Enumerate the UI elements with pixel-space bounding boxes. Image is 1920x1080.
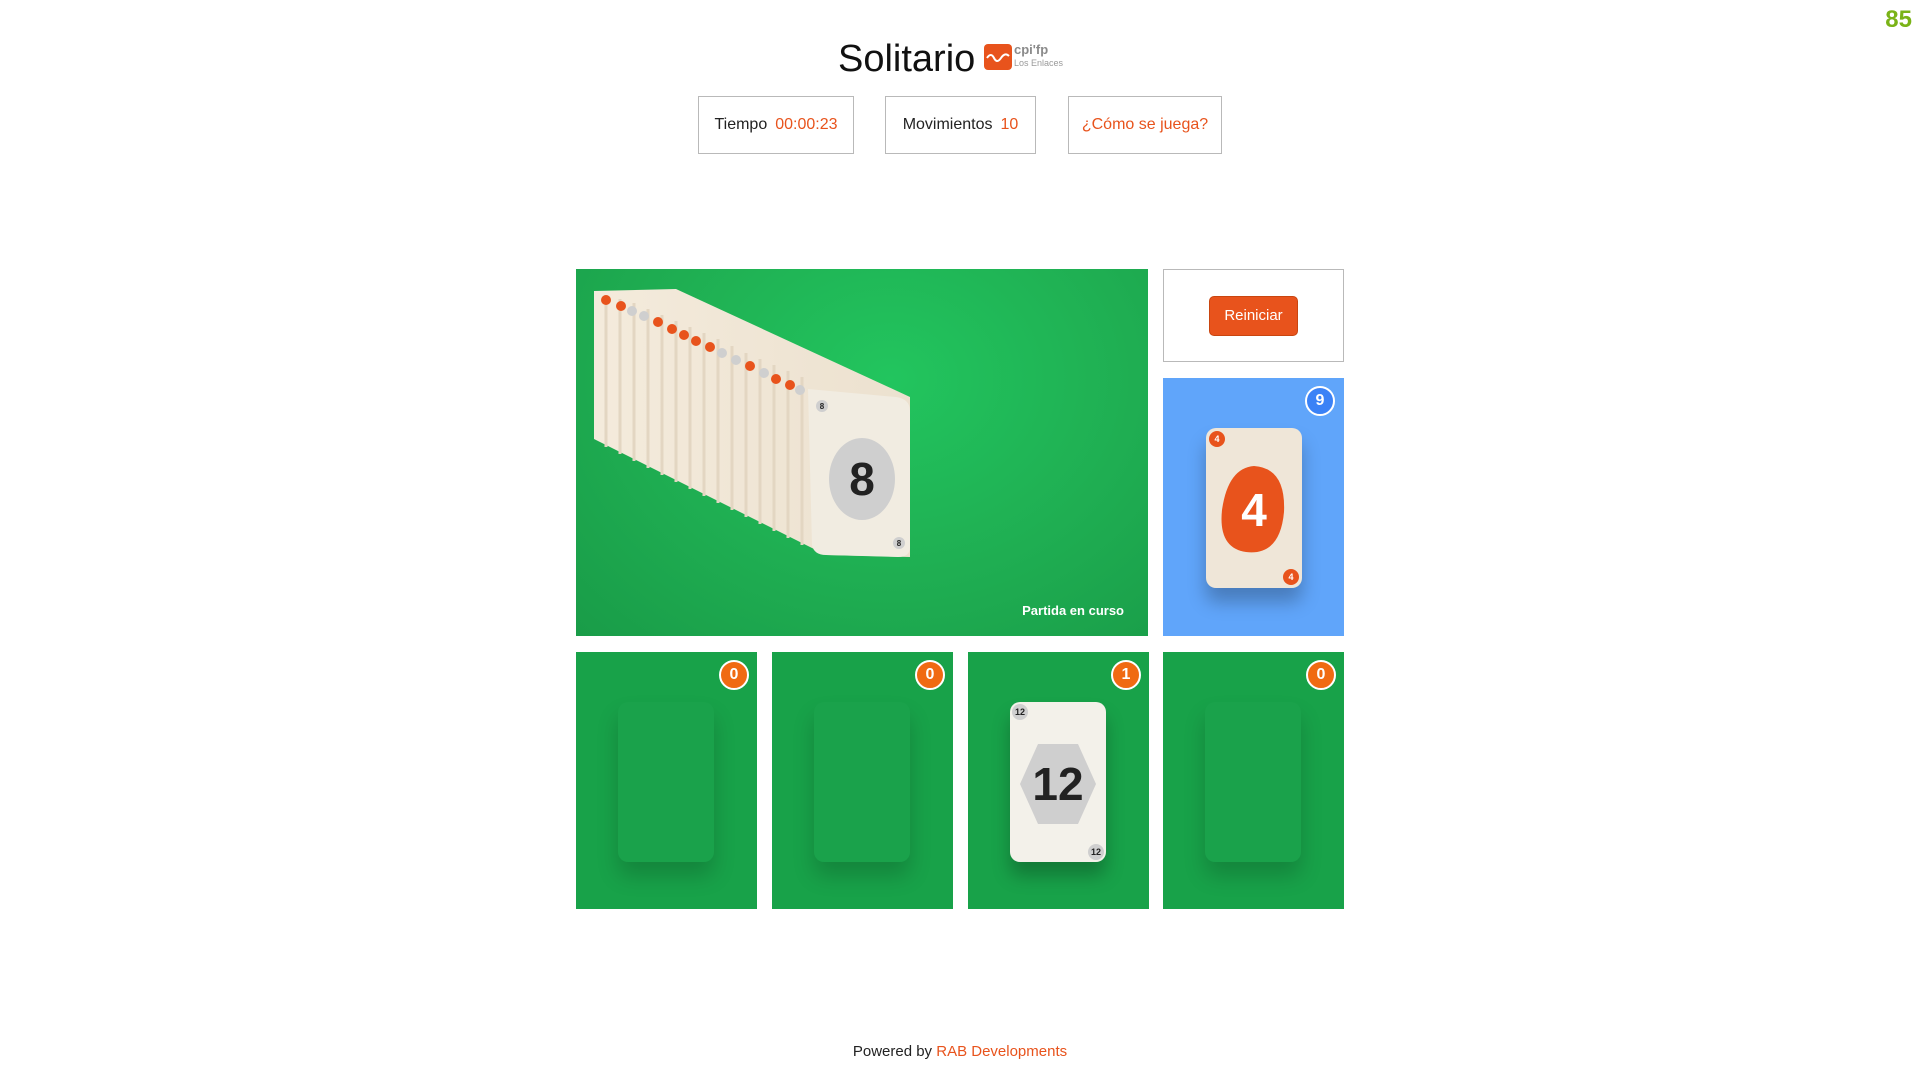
- moves-value: 10: [1000, 116, 1019, 133]
- score-counter: 85: [1885, 6, 1912, 33]
- stock-pile[interactable]: 8 8 8 Partida en curso: [576, 269, 1148, 636]
- moves-label: Movimientos: [902, 116, 993, 133]
- footer: Powered by RAB Developments: [0, 1043, 1920, 1060]
- time-box: Tiempo 00:00:23: [698, 96, 854, 154]
- discard-card-value: 4: [1241, 484, 1267, 536]
- foundation-card-value: 12: [1032, 758, 1084, 810]
- time-label: Tiempo: [714, 116, 768, 133]
- empty-card-slot[interactable]: [1205, 702, 1301, 862]
- footer-link[interactable]: RAB Developments: [936, 1043, 1067, 1060]
- foundation-top-card[interactable]: 12 12 12: [1010, 702, 1106, 862]
- moves-box: Movimientos 10: [885, 96, 1036, 154]
- discard-pile[interactable]: 9 4 4 4: [1163, 378, 1344, 636]
- how-to-play-label: ¿Cómo se juega?: [1081, 116, 1209, 133]
- stock-top-card-value: 8: [849, 453, 875, 505]
- logo-text: cpi'fp: [1014, 42, 1049, 57]
- svg-text:8: 8: [897, 539, 902, 548]
- deck-stack[interactable]: 8 8 8: [576, 269, 1148, 636]
- foundation-3[interactable]: 1 12 12 12: [968, 652, 1149, 909]
- time-value: 00:00:23: [775, 116, 838, 133]
- game-status: Partida en curso: [1022, 603, 1124, 618]
- page-title: Solitario: [838, 38, 976, 80]
- discard-top-card[interactable]: 4 4 4: [1206, 428, 1302, 588]
- restart-panel: Reiniciar: [1163, 269, 1344, 362]
- footer-prefix: Powered by: [852, 1043, 933, 1060]
- foundation-4[interactable]: 0: [1163, 652, 1344, 909]
- foundation-count-badge: 0: [1306, 660, 1336, 690]
- foundation-count-badge: 1: [1111, 660, 1141, 690]
- how-to-play-button[interactable]: ¿Cómo se juega?: [1068, 96, 1222, 154]
- foundation-count-badge: 0: [915, 660, 945, 690]
- logo-subtext: Los Enlaces: [1014, 58, 1064, 68]
- header: Solitario cpi'fp Los Enlaces: [0, 38, 1920, 88]
- empty-card-slot[interactable]: [814, 702, 910, 862]
- discard-count-badge: 9: [1305, 386, 1335, 416]
- empty-card-slot[interactable]: [618, 702, 714, 862]
- svg-text:8: 8: [820, 402, 825, 411]
- logo-mark-icon: [984, 44, 1012, 70]
- foundation-2[interactable]: 0: [772, 652, 953, 909]
- foundation-count-badge: 0: [719, 660, 749, 690]
- restart-button[interactable]: Reiniciar: [1209, 295, 1298, 336]
- cpifp-logo: cpi'fp Los Enlaces: [984, 42, 1074, 82]
- foundation-1[interactable]: 0: [576, 652, 757, 909]
